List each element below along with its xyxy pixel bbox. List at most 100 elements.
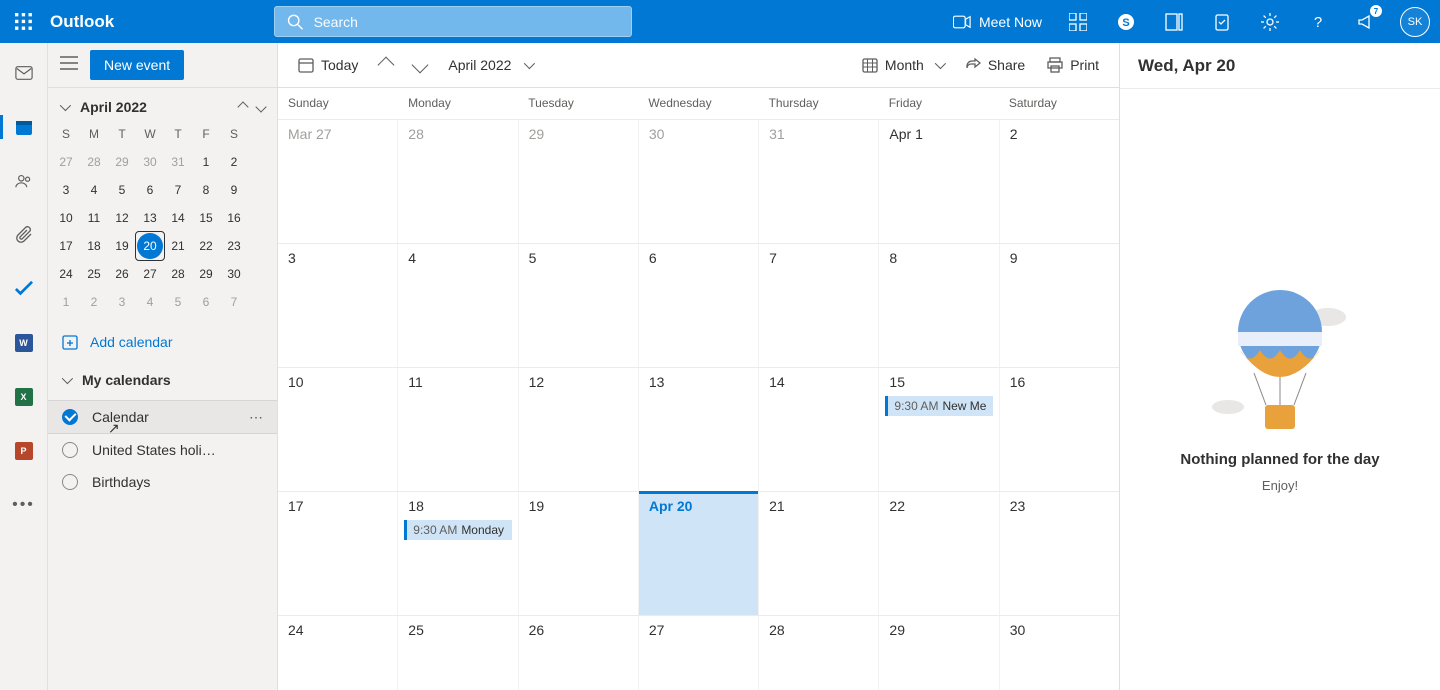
day-cell[interactable]: 13 (639, 368, 759, 491)
calendar-checkbox[interactable] (62, 442, 78, 458)
mini-day[interactable]: 8 (192, 176, 220, 204)
day-cell[interactable]: 23 (1000, 492, 1119, 615)
mini-day[interactable]: 21 (164, 232, 192, 260)
day-cell[interactable]: 24 (278, 616, 398, 690)
mini-day[interactable]: 2 (80, 288, 108, 316)
mini-day[interactable]: 18 (80, 232, 108, 260)
mini-day[interactable]: 28 (164, 260, 192, 288)
calendar-group-my-calendars[interactable]: My calendars (48, 360, 277, 400)
mini-day[interactable]: 22 (192, 232, 220, 260)
mini-day[interactable]: 12 (108, 204, 136, 232)
mini-prev-month[interactable] (239, 98, 247, 116)
day-cell[interactable]: 189:30 AMMonday (398, 492, 518, 615)
day-cell[interactable]: 7 (759, 244, 879, 367)
day-cell[interactable]: 3 (278, 244, 398, 367)
day-cell[interactable]: Apr 20 (639, 492, 759, 615)
day-cell[interactable]: 30 (639, 120, 759, 243)
view-switch[interactable]: Month (854, 51, 951, 79)
day-cell[interactable]: 12 (519, 368, 639, 491)
help-button[interactable]: ? (1294, 0, 1342, 43)
day-cell[interactable]: 14 (759, 368, 879, 491)
calendar-event[interactable]: 9:30 AMNew Me (885, 396, 992, 416)
day-cell[interactable]: 16 (1000, 368, 1119, 491)
mini-day[interactable]: 4 (80, 176, 108, 204)
next-period-button[interactable] (406, 53, 434, 77)
mini-next-month[interactable] (257, 98, 265, 116)
day-cell[interactable]: 28 (398, 120, 518, 243)
rail-word[interactable]: W (0, 325, 48, 361)
calendar-item[interactable]: United States holi… (48, 434, 277, 466)
mini-day[interactable]: 13 (136, 204, 164, 232)
prev-period-button[interactable] (372, 53, 400, 77)
day-cell[interactable]: 6 (639, 244, 759, 367)
add-calendar-button[interactable]: Add calendar (48, 324, 277, 360)
mini-day[interactable]: 5 (164, 288, 192, 316)
settings-button[interactable] (1246, 0, 1294, 43)
sidebar-toggle[interactable] (60, 56, 78, 75)
day-cell[interactable]: 5 (519, 244, 639, 367)
day-cell[interactable]: 30 (1000, 616, 1119, 690)
rail-excel[interactable]: X (0, 379, 48, 415)
rail-files[interactable] (0, 217, 48, 253)
day-cell[interactable]: 8 (879, 244, 999, 367)
day-cell[interactable]: 25 (398, 616, 518, 690)
search-box[interactable] (274, 6, 632, 37)
teams-button[interactable] (1054, 0, 1102, 43)
day-cell[interactable]: 29 (879, 616, 999, 690)
mini-day[interactable]: 3 (52, 176, 80, 204)
day-cell[interactable]: 22 (879, 492, 999, 615)
mini-day[interactable]: 25 (80, 260, 108, 288)
account-avatar[interactable]: SK (1400, 7, 1430, 37)
tips-button[interactable] (1198, 0, 1246, 43)
rail-calendar[interactable] (0, 109, 48, 145)
meet-now-button[interactable]: Meet Now (941, 0, 1054, 43)
mini-day[interactable]: 7 (164, 176, 192, 204)
mini-day[interactable]: 5 (108, 176, 136, 204)
calendar-checkbox[interactable] (62, 474, 78, 490)
calendar-item[interactable]: Calendar⋯↖ (48, 400, 277, 434)
mini-day[interactable]: 28 (80, 148, 108, 176)
mini-day[interactable]: 30 (220, 260, 248, 288)
mini-day[interactable]: 9 (220, 176, 248, 204)
mini-day[interactable]: 29 (108, 148, 136, 176)
mini-day[interactable]: 15 (192, 204, 220, 232)
mini-day[interactable]: 20 (136, 232, 164, 260)
day-cell[interactable]: 27 (639, 616, 759, 690)
calendar-item[interactable]: Birthdays (48, 466, 277, 498)
mini-day[interactable]: 29 (192, 260, 220, 288)
new-event-button[interactable]: New event (90, 50, 184, 80)
mini-day[interactable]: 26 (108, 260, 136, 288)
day-cell[interactable]: 2 (1000, 120, 1119, 243)
day-cell[interactable]: 19 (519, 492, 639, 615)
skype-button[interactable]: S (1102, 0, 1150, 43)
mini-day[interactable]: 30 (136, 148, 164, 176)
mini-day[interactable]: 11 (80, 204, 108, 232)
day-cell[interactable]: 11 (398, 368, 518, 491)
calendar-more-button[interactable]: ⋯ (249, 409, 265, 426)
day-cell[interactable]: Mar 27 (278, 120, 398, 243)
app-launcher-button[interactable] (0, 0, 48, 43)
mini-day[interactable]: 24 (52, 260, 80, 288)
day-cell[interactable]: 10 (278, 368, 398, 491)
mini-month-toggle[interactable] (60, 98, 68, 116)
day-cell[interactable]: 17 (278, 492, 398, 615)
mini-day[interactable]: 6 (192, 288, 220, 316)
calendar-checkbox[interactable] (62, 409, 78, 425)
mini-day[interactable]: 16 (220, 204, 248, 232)
mini-day[interactable]: 1 (192, 148, 220, 176)
day-cell[interactable]: 4 (398, 244, 518, 367)
mini-day[interactable]: 31 (164, 148, 192, 176)
day-cell[interactable]: 159:30 AMNew Me (879, 368, 999, 491)
day-cell[interactable]: Apr 1 (879, 120, 999, 243)
rail-powerpoint[interactable]: P (0, 433, 48, 469)
mini-day[interactable]: 2 (220, 148, 248, 176)
rail-mail[interactable] (0, 55, 48, 91)
search-input[interactable] (314, 14, 619, 30)
mini-day[interactable]: 14 (164, 204, 192, 232)
mini-day[interactable]: 7 (220, 288, 248, 316)
day-cell[interactable]: 29 (519, 120, 639, 243)
rail-more[interactable]: ••• (0, 487, 48, 523)
day-cell[interactable]: 21 (759, 492, 879, 615)
day-cell[interactable]: 31 (759, 120, 879, 243)
my-day-button[interactable] (1150, 0, 1198, 43)
